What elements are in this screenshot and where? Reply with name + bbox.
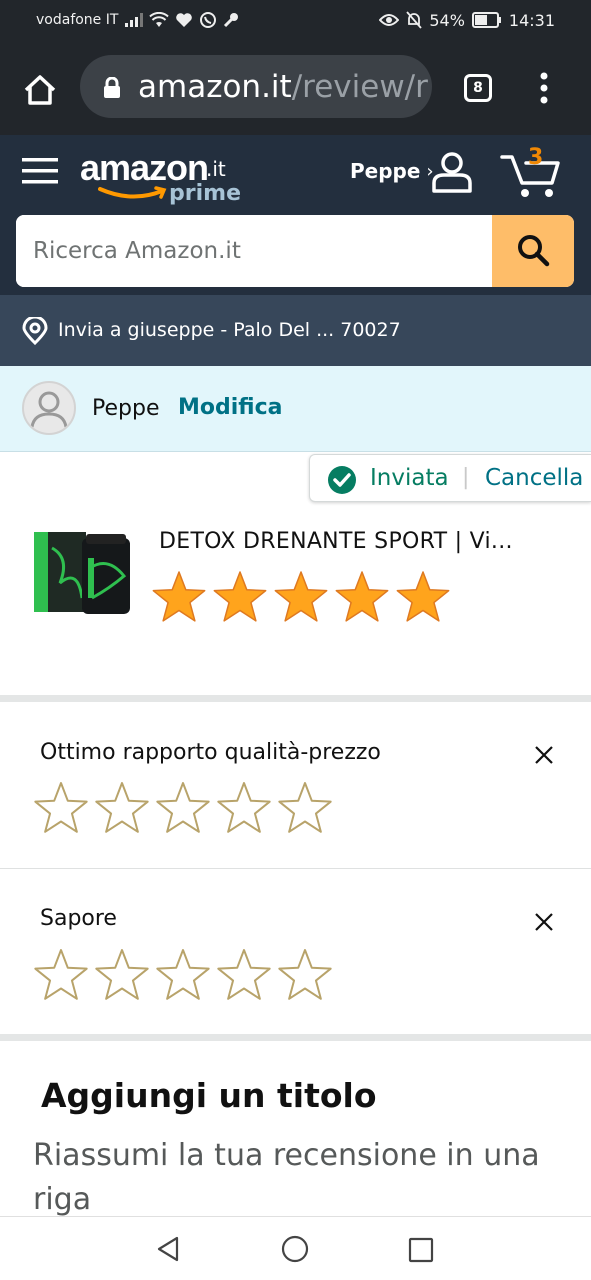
url-text: amazon.it/review/r <box>138 69 428 105</box>
search-button[interactable] <box>492 215 574 287</box>
lock-icon <box>104 77 120 98</box>
attribute-label-value: Ottimo rapporto qualità-prezzo <box>40 740 381 765</box>
clock: 14:31 <box>508 10 555 30</box>
menu-icon <box>22 158 58 184</box>
delivery-text: Invia a giuseppe - Palo Del ... 70027 <box>58 319 401 341</box>
value-star-icon-3-empty[interactable] <box>154 781 212 837</box>
logo-prime: prime <box>169 181 241 206</box>
android-status-bar: vodafone IT 54% 14:31 <box>0 0 591 40</box>
account-person-icon[interactable] <box>430 151 474 193</box>
delivery-location-bar[interactable]: Invia a giuseppe - Palo Del ... 70027 <box>0 295 591 366</box>
account-link[interactable]: Peppe › <box>350 159 434 183</box>
bell-off-icon <box>406 11 423 29</box>
health-heart-icon <box>176 13 192 27</box>
value-star-icon-4-empty[interactable] <box>215 781 273 837</box>
location-pin-icon <box>22 317 48 345</box>
amazon-logo[interactable]: amazon .it prime <box>80 147 250 211</box>
nav-recents-icon[interactable] <box>408 1237 434 1263</box>
value-star-icon-1-empty[interactable] <box>32 781 90 837</box>
hamburger-menu-button[interactable] <box>22 155 58 187</box>
review-status-bar: Inviata | Cancella <box>309 454 591 502</box>
reviewer-profile-bar: Peppe Modifica <box>0 366 591 452</box>
home-icon <box>24 75 56 105</box>
nav-back-icon[interactable] <box>155 1235 183 1263</box>
browser-toolbar: amazon.it/review/r 8 <box>0 40 591 135</box>
add-title-heading: Aggiungi un titolo <box>41 1076 377 1115</box>
wifi-icon <box>149 12 169 27</box>
tools-icon <box>223 13 238 28</box>
product-star-icon-1-filled[interactable] <box>150 570 208 626</box>
url-path: /review/r <box>291 69 428 105</box>
search-input[interactable] <box>16 215 492 287</box>
browser-home-button[interactable] <box>20 70 60 110</box>
review-sent-label: Inviata <box>370 465 449 491</box>
avatar[interactable] <box>22 381 76 435</box>
url-bar[interactable]: amazon.it/review/r <box>80 55 432 118</box>
whatsapp-icon <box>200 12 216 28</box>
close-icon[interactable] <box>532 910 556 934</box>
browser-menu-button[interactable] <box>536 70 552 106</box>
close-icon[interactable] <box>532 743 556 767</box>
carrier-label: vodafone IT <box>36 12 119 28</box>
product-star-icon-5-filled[interactable] <box>394 570 452 626</box>
cart-button[interactable]: 3 <box>500 145 564 201</box>
section-divider <box>0 1034 591 1041</box>
default-avatar-icon <box>30 391 68 428</box>
battery-percent: 54% <box>429 10 465 30</box>
product-star-icon-2-filled[interactable] <box>211 570 269 626</box>
product-box-image <box>34 532 130 614</box>
search-bar <box>16 215 574 287</box>
check-circle-icon <box>328 466 356 494</box>
status-icons <box>125 9 239 31</box>
attribute-star-rating-value[interactable] <box>32 781 334 837</box>
product-star-rating[interactable] <box>150 570 452 626</box>
title-input-placeholder[interactable]: Riassumi la tua recensione in una riga <box>33 1134 553 1222</box>
cancel-review-link[interactable]: Cancella <box>485 465 583 491</box>
android-nav-bar <box>0 1216 591 1280</box>
tab-switcher-button[interactable]: 8 <box>464 74 492 102</box>
account-name: Peppe <box>350 159 421 183</box>
value-star-icon-5-empty[interactable] <box>276 781 334 837</box>
logo-tld: .it <box>206 157 226 181</box>
amazon-header: amazon .it prime Peppe › 3 <box>0 135 591 295</box>
taste-star-icon-5-empty[interactable] <box>276 948 334 1004</box>
product-title[interactable]: DETOX DRENANTE SPORT | Vi... <box>159 529 539 554</box>
attribute-star-rating-taste[interactable] <box>32 948 334 1004</box>
profile-name: Peppe <box>92 396 160 421</box>
cart-count: 3 <box>528 145 544 170</box>
product-image <box>30 528 134 618</box>
taste-star-icon-4-empty[interactable] <box>215 948 273 1004</box>
product-star-icon-3-filled[interactable] <box>272 570 330 626</box>
taste-star-icon-1-empty[interactable] <box>32 948 90 1004</box>
battery-icon <box>471 12 501 28</box>
status-right: 54% 14:31 <box>379 9 555 31</box>
search-icon <box>518 234 550 266</box>
product-star-icon-4-filled[interactable] <box>333 570 391 626</box>
url-host: amazon.it <box>138 69 292 105</box>
edit-profile-link[interactable]: Modifica <box>178 395 283 420</box>
attribute-label-taste: Sapore <box>40 906 117 931</box>
more-vert-icon <box>540 72 548 104</box>
section-divider <box>0 695 591 702</box>
taste-star-icon-2-empty[interactable] <box>93 948 151 1004</box>
signal-icon <box>125 13 143 27</box>
taste-star-icon-3-empty[interactable] <box>154 948 212 1004</box>
amazon-smile-icon <box>98 186 167 199</box>
value-star-icon-2-empty[interactable] <box>93 781 151 837</box>
attribute-divider <box>0 868 591 869</box>
eye-icon <box>379 14 400 26</box>
nav-home-icon[interactable] <box>281 1235 309 1263</box>
status-separator: | <box>462 465 470 490</box>
